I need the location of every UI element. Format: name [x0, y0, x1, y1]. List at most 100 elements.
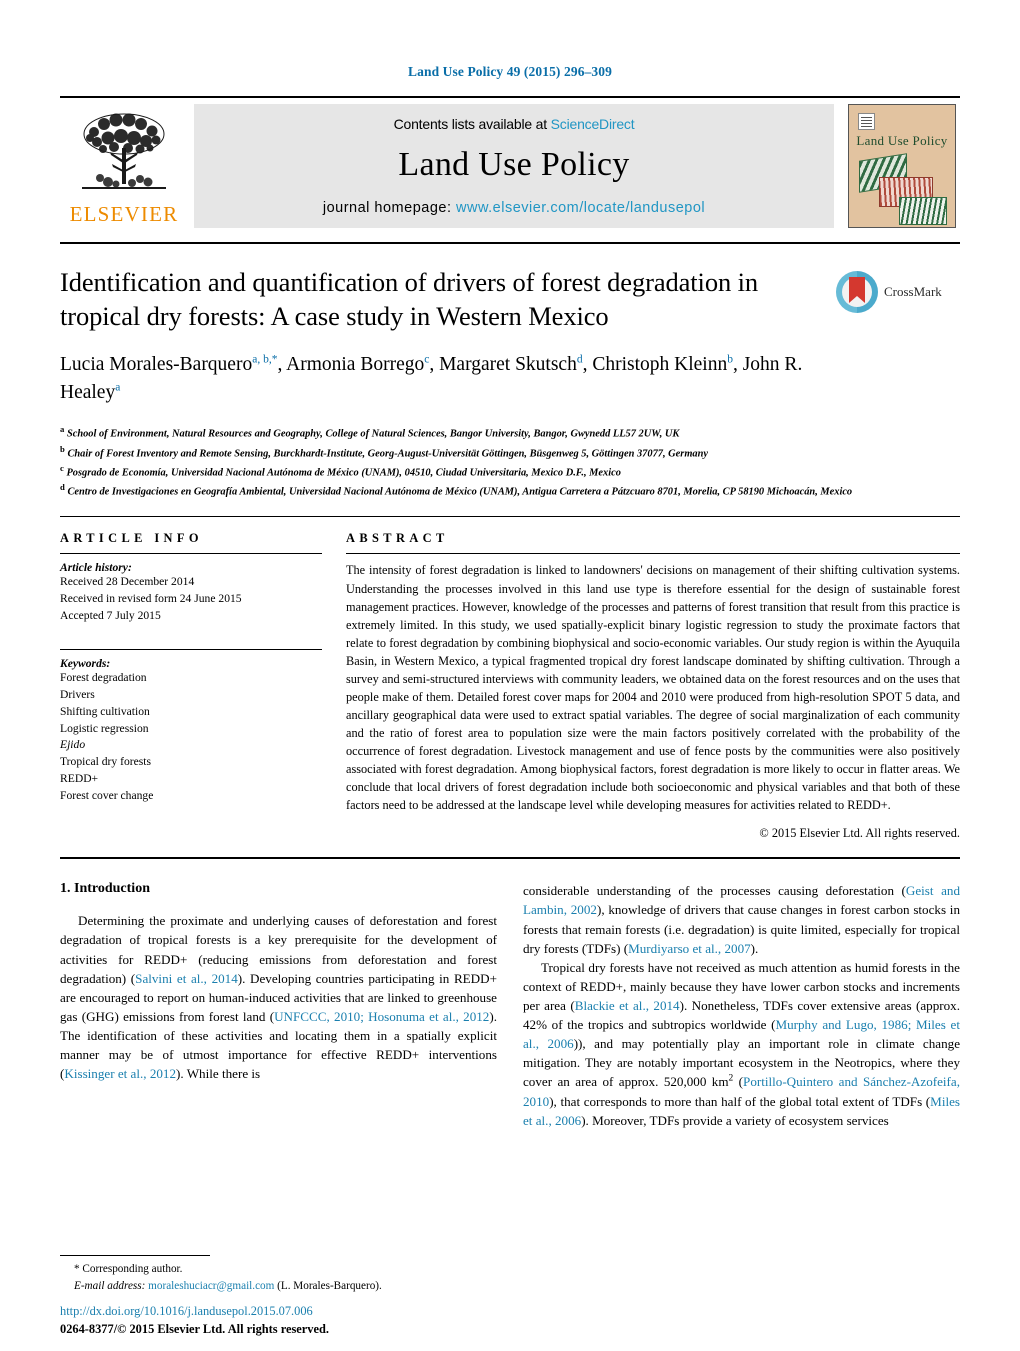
journal-cover-block: Land Use Policy [848, 104, 960, 228]
affiliation-c-text: Posgrado de Economía, Universidad Nacion… [66, 467, 621, 479]
author-2-affiliation-marker: c [424, 353, 430, 366]
keyword-item: Shifting cultivation [60, 704, 150, 718]
author-2: Armonia Borrego [286, 353, 425, 375]
citation-link[interactable]: Kissinger et al., 2012 [64, 1066, 176, 1081]
body-columns: 1. Introduction Determining the proximat… [60, 881, 960, 1129]
body-column-right: considerable understanding of the proces… [523, 881, 960, 1129]
author-3-affiliation-marker: d [576, 353, 583, 366]
journal-homepage-line: journal homepage: www.elsevier.com/locat… [323, 200, 705, 216]
masthead-bottom-rule [60, 242, 960, 244]
keyword-item: Logistic regression [60, 721, 149, 735]
journal-title: Land Use Policy [398, 145, 630, 183]
corresponding-label: Corresponding author. [82, 1263, 183, 1276]
crossmark-icon[interactable] [835, 270, 879, 314]
article-info-column: ARTICLE INFO Article history: Received 2… [60, 531, 322, 841]
history-revised: Received in revised form 24 June 2015 [60, 592, 242, 606]
affiliation-b-text: Chair of Forest Inventory and Remote Sen… [67, 448, 708, 460]
section-title-introduction: 1. Introduction [60, 881, 150, 897]
right-text-a: considerable understanding of the proces… [523, 883, 906, 899]
homepage-url-link[interactable]: www.elsevier.com/locate/landusepol [456, 200, 705, 216]
article-info-heading: ARTICLE INFO [60, 531, 203, 546]
author-1-affiliation-marker: a, b,* [252, 353, 278, 366]
email-link[interactable]: moraleshuciacr@gmail.com [148, 1280, 274, 1292]
citation-link[interactable]: Blackie et al., 2014 [575, 998, 680, 1013]
keyword-item: Tropical dry forests [60, 755, 152, 769]
keyword-item: Ejido [60, 738, 86, 752]
affiliation-c-marker: c [60, 462, 64, 473]
affiliation-d: d Centro de Investigaciones en Geografía… [60, 481, 960, 500]
doi-block: http://dx.doi.org/10.1016/j.landusepol.2… [60, 1303, 490, 1339]
citation-link[interactable]: Salvini et al., 2014 [135, 971, 238, 986]
cover-journal-title: Land Use Policy [856, 133, 948, 148]
email-line: E-mail address: moraleshuciacr@gmail.com… [60, 1278, 480, 1295]
footnote-block: * Corresponding author. E-mail address: … [60, 1255, 480, 1295]
author-4-affiliation-marker: b [727, 353, 733, 366]
author-3: Margaret Skutsch [439, 353, 577, 375]
journal-masthead: ELSEVIER Contents lists available at Sci… [60, 96, 960, 228]
right2-text-e: ), that corresponds to more than half of… [549, 1093, 931, 1109]
elsevier-wordmark: ELSEVIER [69, 202, 179, 226]
abstract-copyright: © 2015 Elsevier Ltd. All rights reserved… [759, 826, 960, 841]
elsevier-logo: ELSEVIER [60, 104, 188, 228]
crossmark-block[interactable]: CrossMark [835, 266, 960, 407]
author-list: Lucia Morales-Barqueroa, b,*, Armonia Bo… [60, 353, 803, 404]
contents-list-line: Contents lists available at ScienceDirec… [394, 116, 635, 132]
abstract-text: The intensity of forest degradation is l… [346, 563, 960, 813]
affiliation-d-text: Centro de Investigaciones en Geografía A… [67, 486, 853, 498]
article-page: Land Use Policy 49 (2015) 296–309 ELSEVI… [0, 0, 1020, 1351]
intro-paragraph-left: Determining the proximate and underlying… [60, 911, 497, 1083]
author-5-affiliation-marker: a [115, 381, 121, 394]
abstract-column: ABSTRACT The intensity of forest degrada… [346, 531, 960, 841]
affiliation-b-marker: b [60, 443, 65, 454]
email-owner: (L. Morales-Barquero). [277, 1280, 382, 1293]
abstract-heading: ABSTRACT [346, 531, 449, 546]
intro-paragraph-right-2: Tropical dry forests have not received a… [523, 958, 960, 1130]
corresponding-marker: * [74, 1263, 80, 1276]
journal-cover-thumbnail: Land Use Policy [848, 104, 956, 228]
article-history-label: Article history: [60, 561, 132, 575]
affiliation-d-marker: d [60, 482, 65, 493]
masthead-center-panel: Contents lists available at ScienceDirec… [194, 104, 834, 228]
corresponding-author-line: * Corresponding author. [60, 1261, 480, 1278]
affiliation-a-marker: a [60, 424, 65, 435]
abstract-bottom-rule [60, 857, 960, 860]
info-abstract-row: ARTICLE INFO Article history: Received 2… [60, 531, 960, 841]
history-accepted: Accepted 7 July 2015 [60, 609, 161, 623]
sciencedirect-link[interactable]: ScienceDirect [551, 116, 635, 132]
intro-paragraph-right-cont: considerable understanding of the proces… [523, 881, 960, 957]
doi-link[interactable]: http://dx.doi.org/10.1016/j.landusepol.2… [60, 1303, 490, 1321]
cover-photo-three [899, 197, 947, 225]
affiliation-a: a School of Environment, Natural Resourc… [60, 423, 960, 442]
keyword-item: REDD+ [60, 772, 99, 786]
affiliations-list: a School of Environment, Natural Resourc… [60, 423, 960, 500]
crossmark-label: CrossMark [884, 284, 942, 299]
body-column-left: 1. Introduction Determining the proximat… [60, 881, 497, 1129]
right2-text-d: ( [733, 1074, 744, 1090]
article-info-rule [60, 553, 322, 555]
email-label: E-mail address: [74, 1280, 146, 1293]
keyword-item: Forest degradation [60, 671, 147, 685]
issn-copyright-line: 0264-8377/© 2015 Elsevier Ltd. All right… [60, 1322, 329, 1337]
intro-text-d: ). While there is [176, 1066, 261, 1082]
info-top-rule [60, 516, 960, 518]
running-head: Land Use Policy 49 (2015) 296–309 [408, 64, 612, 79]
footnote-rule [60, 1255, 210, 1257]
keyword-item: Drivers [60, 688, 95, 702]
author-1: Lucia Morales-Barquero [60, 353, 253, 375]
citation-link[interactable]: Murdiyarso et al., 2007 [628, 941, 751, 956]
homepage-prefix: journal homepage: [322, 200, 457, 216]
affiliation-a-text: School of Environment, Natural Resources… [66, 428, 680, 440]
page-title: Identification and quantification of dri… [60, 267, 759, 331]
author-4: Christoph Kleinn [592, 353, 728, 375]
affiliation-b: b Chair of Forest Inventory and Remote S… [60, 443, 960, 462]
keyword-item: Forest cover change [60, 788, 154, 802]
history-received: Received 28 December 2014 [60, 575, 195, 589]
affiliation-c: c Posgrado de Economía, Universidad Naci… [60, 462, 960, 481]
keywords-rule [60, 649, 322, 651]
contents-prefix: Contents lists available at [393, 116, 551, 132]
citation-link[interactable]: UNFCCC, 2010; Hosonuma et al., 2012 [274, 1009, 489, 1024]
right2-text-f: ). Moreover, TDFs provide a variety of e… [581, 1112, 889, 1128]
right-text-c: ). [750, 940, 759, 956]
elsevier-tree-icon [82, 113, 166, 189]
title-author-block: Identification and quantification of dri… [60, 266, 960, 407]
